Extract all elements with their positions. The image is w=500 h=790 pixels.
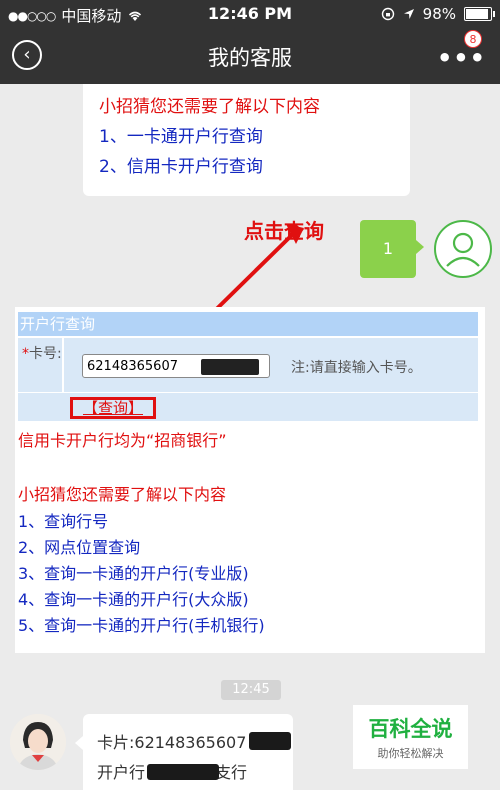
rotation-lock-icon (381, 7, 394, 21)
card-number-value: 62148365607 (87, 359, 178, 374)
guess-heading: 小招猜您还需要了解以下内容 (18, 485, 227, 504)
suggestion-link[interactable]: 1、一卡通开户行查询 (99, 122, 410, 152)
watermark-logo: 百科全说 助你轻松解决 (353, 705, 468, 769)
user-message-bubble: 1 (360, 220, 424, 278)
lookup-panel: 开户行查询 *卡号: 62148365607 注:请直接输入卡号。 【查询】 信… (15, 307, 485, 653)
page-title: 我的客服 (208, 46, 292, 70)
card-number-row: *卡号: 62148365607 注:请直接输入卡号。 (18, 338, 478, 392)
nav-bar: ‹ 我的客服 ••• 8 (0, 28, 500, 84)
battery-icon (464, 7, 495, 21)
redaction-mask (201, 359, 259, 375)
more-dots-icon: ••• (436, 44, 486, 72)
agent-portrait-icon (10, 714, 66, 770)
battery-percent: 98% (422, 5, 456, 23)
watermark-title: 百科全说 (368, 717, 453, 741)
guess-link[interactable]: 4、查询一卡通的开户行(大众版) (18, 586, 249, 610)
user-avatar[interactable] (434, 220, 492, 278)
status-right: 98% (381, 5, 495, 23)
user-icon (446, 232, 480, 267)
location-arrow-icon (403, 9, 414, 19)
guess-link[interactable]: 2、网点位置查询 (18, 534, 140, 558)
query-row: 【查询】 (18, 393, 478, 421)
redaction-mask (147, 764, 219, 780)
more-button[interactable]: ••• (437, 44, 486, 72)
query-button[interactable]: 【查询】 (70, 397, 156, 419)
required-star: * (22, 346, 29, 362)
row-divider (62, 338, 64, 392)
guess-link[interactable]: 5、查询一卡通的开户行(手机银行) (18, 612, 265, 636)
annotation-label: 点击查询 (244, 219, 324, 243)
panel-title: 开户行查询 (18, 312, 478, 336)
timestamp-pill: 12:45 (221, 680, 281, 700)
credit-card-note: 信用卡开户行均为“招商银行” (18, 431, 227, 450)
suggestion-bubble: 小招猜您还需要了解以下内容 1、一卡通开户行查询 2、信用卡开户行查询 (83, 84, 410, 196)
notification-badge: 8 (464, 30, 482, 48)
card-number-input[interactable]: 62148365607 (82, 354, 270, 378)
suggestion-heading: 小招猜您还需要了解以下内容 (99, 97, 320, 117)
redaction-mask (249, 732, 291, 750)
agent-message-bubble: 卡片:62148365607 开户行 支行 (75, 714, 293, 790)
card-number-label: *卡号: (22, 346, 62, 362)
agent-avatar[interactable] (10, 714, 66, 770)
input-note: 注:请直接输入卡号。 (291, 360, 422, 376)
watermark-subtitle: 助你轻松解决 (377, 747, 444, 760)
status-bar: ●●○○○ 中国移动 12:46 PM 98% (0, 0, 500, 28)
guess-link[interactable]: 3、查询一卡通的开户行(专业版) (18, 560, 249, 584)
suggestion-link[interactable]: 2、信用卡开户行查询 (99, 152, 410, 182)
guess-link[interactable]: 1、查询行号 (18, 508, 108, 532)
